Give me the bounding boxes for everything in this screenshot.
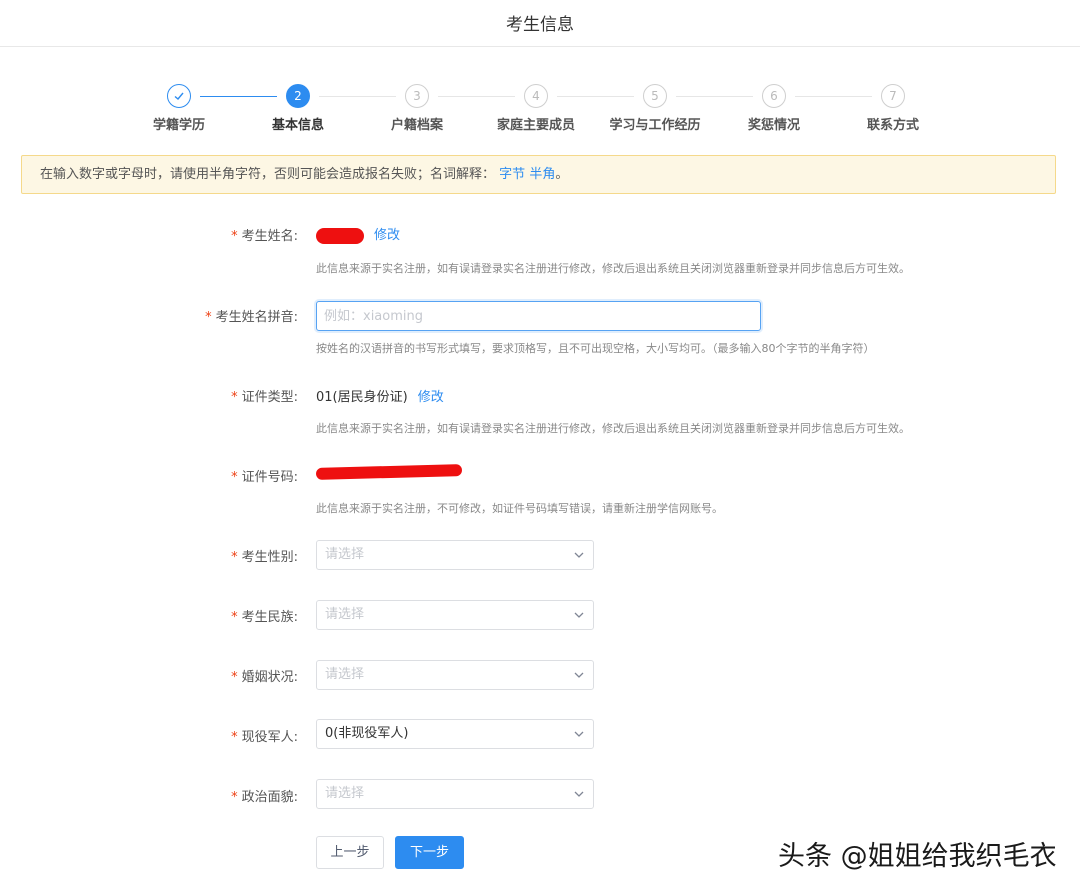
step-family[interactable]: 4 家庭主要成员 — [476, 84, 596, 133]
page-header: 考生信息 — [0, 0, 1080, 47]
label-marital: * 婚姻状况: — [231, 670, 298, 685]
ethnicity-select[interactable]: 请选择 — [316, 600, 594, 630]
next-step-button[interactable]: 下一步 — [395, 836, 464, 869]
page-title: 考生信息 — [506, 15, 574, 35]
gender-select[interactable]: 请选择 — [316, 540, 594, 570]
step-label: 户籍档案 — [390, 118, 443, 133]
pinyin-hint: 按姓名的汉语拼音的书写形式填写，要求顶格写，且不可出现空格，大小写均可。（最多输… — [316, 342, 875, 355]
label-id-number: * 证件号码: — [231, 470, 298, 485]
edit-name-link[interactable]: 修改 — [374, 228, 400, 243]
step-awards[interactable]: 6 奖惩情况 — [714, 84, 834, 133]
value-id-number — [315, 463, 463, 480]
step-household[interactable]: 3 户籍档案 — [357, 84, 477, 133]
chevron-down-icon — [574, 791, 584, 797]
step-number: 7 — [881, 84, 905, 108]
chevron-down-icon — [574, 672, 584, 678]
edit-id-type-link[interactable]: 修改 — [418, 390, 444, 405]
name-hint: 此信息来源于实名注册，如有误请登录实名注册进行修改，修改后退出系统且关闭浏览器重… — [316, 262, 910, 275]
chevron-down-icon — [574, 552, 584, 558]
step-label: 学习与工作经历 — [609, 118, 701, 133]
chevron-down-icon — [574, 612, 584, 618]
id-type-hint: 此信息来源于实名注册，如有误请登录实名注册进行修改，修改后退出系统且关闭浏览器重… — [316, 422, 910, 435]
marital-select[interactable]: 请选择 — [316, 660, 594, 690]
id-number-redaction — [315, 463, 463, 480]
step-basic-info[interactable]: 2 基本信息 — [238, 84, 358, 133]
step-contact[interactable]: 7 联系方式 — [833, 84, 953, 133]
step-progress: 学籍学历 2 基本信息 3 户籍档案 4 家庭主要成员 5 学习与工作经历 6 … — [0, 84, 1080, 136]
step-label: 学籍学历 — [152, 118, 205, 133]
value-name: 修改 — [316, 224, 400, 244]
step-number: 5 — [643, 84, 667, 108]
chevron-down-icon — [574, 731, 584, 737]
watermark: 头条 @姐姐给我织毛衣 — [778, 841, 1057, 872]
name-redaction — [316, 227, 364, 244]
label-id-type: * 证件类型: — [231, 390, 298, 405]
label-political: * 政治面貌: — [231, 790, 298, 805]
military-select[interactable]: 0(非现役军人) — [316, 719, 594, 749]
notice-text: 在输入数字或字母时，请使用半角字符，否则可能会造成报名失败；名词解释： — [40, 167, 496, 182]
id-number-hint: 此信息来源于实名注册，不可修改，如证件号码填写错误，请重新注册学信网账号。 — [316, 502, 723, 515]
notice-suffix: 。 — [555, 167, 569, 182]
step-label: 家庭主要成员 — [496, 118, 575, 133]
step-experience[interactable]: 5 学习与工作经历 — [595, 84, 715, 133]
link-byte[interactable]: 字节 — [499, 167, 525, 182]
value-id-type: 01(居民身份证) 修改 — [316, 390, 444, 405]
link-halfwidth[interactable]: 半角 — [529, 167, 555, 182]
label-ethnicity: * 考生民族: — [231, 610, 298, 625]
label-military: * 现役军人: — [231, 730, 298, 745]
checkmark-icon — [167, 84, 191, 108]
prev-step-button[interactable]: 上一步 — [316, 836, 384, 869]
halfwidth-notice: 在输入数字或字母时，请使用半角字符，否则可能会造成报名失败；名词解释： 字节 半… — [21, 155, 1056, 194]
step-number: 3 — [405, 84, 429, 108]
step-academic[interactable]: 学籍学历 — [119, 84, 239, 133]
label-pinyin: * 考生姓名拼音: — [205, 310, 298, 325]
label-gender: * 考生性别: — [231, 550, 298, 565]
step-label: 基本信息 — [271, 118, 324, 133]
political-select[interactable]: 请选择 — [316, 779, 594, 809]
step-number: 2 — [286, 84, 310, 108]
pinyin-input[interactable] — [316, 301, 761, 331]
step-label: 奖惩情况 — [747, 118, 800, 133]
label-name: * 考生姓名: — [231, 229, 298, 244]
step-label: 联系方式 — [866, 118, 919, 133]
step-number: 6 — [762, 84, 786, 108]
step-number: 4 — [524, 84, 548, 108]
